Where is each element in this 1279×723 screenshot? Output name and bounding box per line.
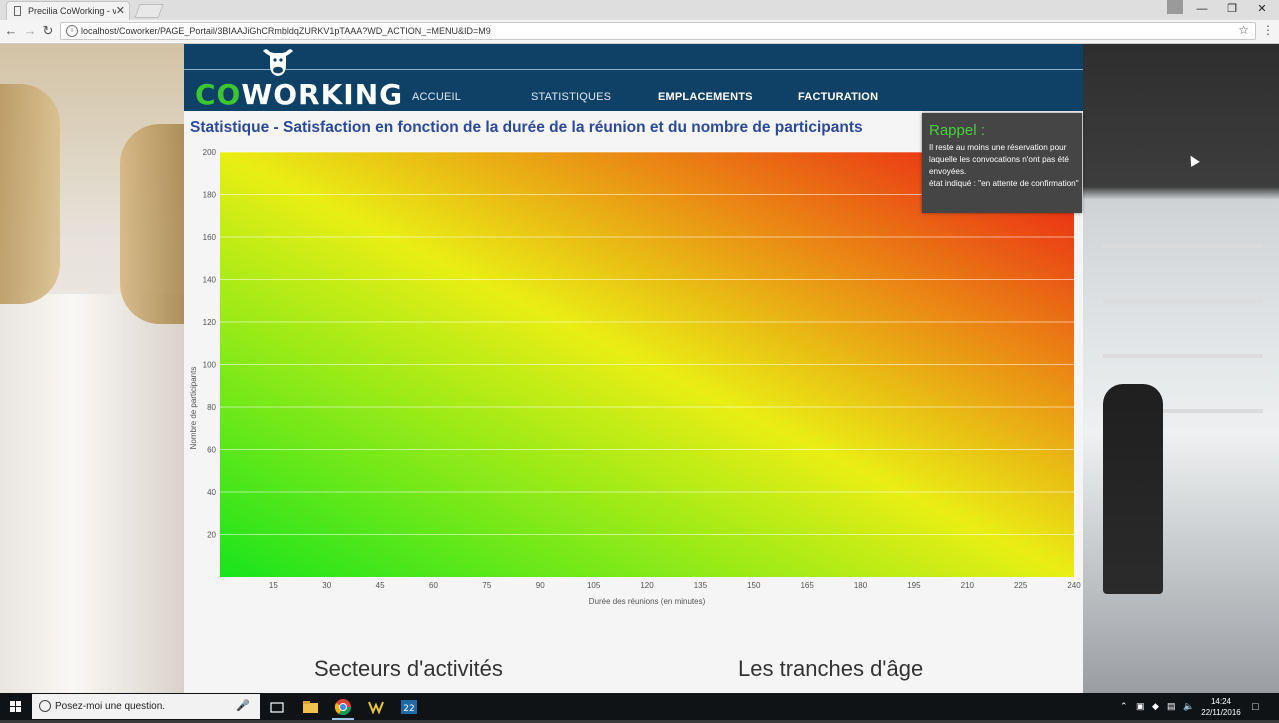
x-tick-label: 225	[1014, 581, 1028, 590]
windev-icon[interactable]	[365, 696, 387, 718]
close-window-button[interactable]: ✕	[1247, 0, 1277, 20]
document-icon	[14, 6, 21, 16]
y-tick-label: 60	[207, 446, 216, 455]
microphone-icon[interactable]: 🎤	[236, 699, 250, 712]
url-field[interactable]: i localhost/Coworker/PAGE_Portail/3BIAAJ…	[60, 22, 1256, 40]
background-photo-left	[0, 44, 184, 693]
y-axis-label: Nombre de participants	[189, 367, 198, 450]
app-22-icon[interactable]: 22	[398, 696, 420, 718]
task-view-icon[interactable]	[266, 696, 288, 718]
taskbar: Posez-moi une question. 🎤 22 ⌃ ▣ ◆ ▤ 🔈 1…	[0, 693, 1279, 720]
x-tick-label: 15	[269, 581, 278, 590]
taskbar-search[interactable]: Posez-moi une question. 🎤	[32, 694, 260, 719]
x-tick-label: 135	[694, 581, 708, 590]
tray-app-icon[interactable]: ◆	[1152, 701, 1159, 712]
x-tick-label: 150	[747, 581, 761, 590]
back-arrow-icon[interactable]: ←	[3, 23, 19, 39]
x-tick-label: 105	[587, 581, 601, 590]
forward-arrow-icon[interactable]: →	[22, 23, 38, 39]
tray-chevron-icon[interactable]: ⌃	[1120, 701, 1128, 712]
x-tick-label: 30	[322, 581, 331, 590]
reminder-popup: Rappel : Il reste au moins une réservati…	[922, 113, 1082, 213]
reload-icon[interactable]: ↻	[40, 23, 56, 39]
info-icon[interactable]: i	[66, 25, 78, 37]
nav-emplacements[interactable]: EMPLACEMENTS	[658, 91, 753, 103]
browser-menu-icon[interactable]: ⋮	[1262, 23, 1274, 37]
browser-tab[interactable]: Precilia CoWorking - vot ✕	[6, 1, 130, 20]
x-tick-label: 60	[429, 581, 438, 590]
app-header: COWORKING ACCUEIL STATISTIQUES EMPLACEME…	[184, 44, 1083, 111]
url-text: localhost/Coworker/PAGE_Portail/3BIAAJiG…	[81, 26, 491, 36]
browser-tab-strip: Precilia CoWorking - vot ✕ — ❐ ✕	[0, 0, 1279, 20]
tray-wifi-icon[interactable]: ▤	[1167, 701, 1176, 712]
cortana-icon	[39, 700, 51, 712]
cow-logo-icon	[263, 49, 293, 76]
clock-time: 14:24	[1210, 697, 1232, 706]
y-tick-label: 120	[203, 318, 217, 327]
chrome-icon[interactable]	[332, 696, 354, 720]
y-tick-label: 20	[207, 531, 216, 540]
x-tick-label: 195	[907, 581, 921, 590]
x-tick-label: 75	[482, 581, 491, 590]
y-tick-label: 80	[207, 403, 216, 412]
popup-body: Il reste au moins une réservation pour l…	[929, 142, 1079, 190]
y-tick-label: 200	[203, 148, 217, 157]
y-tick-label: 140	[203, 276, 217, 285]
satisfaction-heatmap: 15 30 45 60 75 90 105 120 135 150 165 180 195 210 225 2…	[189, 148, 1081, 606]
tab-title: Precilia CoWorking - vot	[28, 6, 116, 16]
y-tick-label: 40	[207, 488, 216, 497]
x-tick-label: 120	[640, 581, 654, 590]
minimize-button[interactable]: —	[1187, 0, 1217, 20]
x-tick-label: 165	[800, 581, 814, 590]
system-clock[interactable]: 14:24 22/11/2016	[1200, 696, 1242, 718]
background-photo-right	[1083, 44, 1279, 693]
y-tick-label: 160	[203, 233, 217, 242]
address-bar: ← → ↻ i localhost/Coworker/PAGE_Portail/…	[0, 20, 1279, 44]
bookmark-star-icon[interactable]: ☆	[1238, 23, 1249, 37]
popup-line1: Il reste au moins une réservation pour l…	[929, 143, 1069, 176]
x-tick-label: 240	[1067, 581, 1081, 590]
tray-volume-icon[interactable]: 🔈	[1183, 701, 1194, 712]
windows-start-icon[interactable]	[10, 701, 21, 712]
section-title-tranches: Les tranches d'âge	[738, 656, 924, 681]
nav-facturation[interactable]: FACTURATION	[798, 91, 878, 103]
file-explorer-icon[interactable]	[299, 696, 321, 718]
search-placeholder: Posez-moi une question.	[55, 701, 166, 712]
tray-network-icon[interactable]: ▣	[1136, 701, 1145, 712]
nav-statistiques[interactable]: STATISTIQUES	[531, 91, 611, 103]
x-tick-label: 90	[536, 581, 545, 590]
svg-text:22: 22	[403, 704, 414, 714]
profile-icon[interactable]	[1167, 0, 1183, 14]
x-axis-label: Durée des réunions (en minutes)	[589, 597, 706, 606]
y-tick-label: 100	[203, 361, 217, 370]
popup-title: Rappel :	[929, 122, 985, 139]
nav-accueil[interactable]: ACCUEIL	[412, 91, 461, 103]
new-tab-button[interactable]	[134, 4, 164, 18]
x-tick-label: 180	[854, 581, 868, 590]
logo[interactable]: COWORKING	[195, 78, 403, 111]
section-title-secteurs: Secteurs d'activités	[314, 656, 503, 681]
page-title: Statistique - Satisfaction en fonction d…	[190, 119, 863, 136]
notification-icon[interactable]: □	[1252, 701, 1259, 713]
popup-line2: état indiqué : "en attente de confirmati…	[929, 179, 1079, 188]
maximize-button[interactable]: ❐	[1217, 0, 1247, 20]
y-tick-label: 180	[203, 191, 217, 200]
x-tick-label: 210	[961, 581, 975, 590]
tab-close-icon[interactable]: ✕	[116, 4, 125, 17]
x-tick-label: 45	[376, 581, 385, 590]
clock-date: 22/11/2016	[1201, 708, 1241, 717]
